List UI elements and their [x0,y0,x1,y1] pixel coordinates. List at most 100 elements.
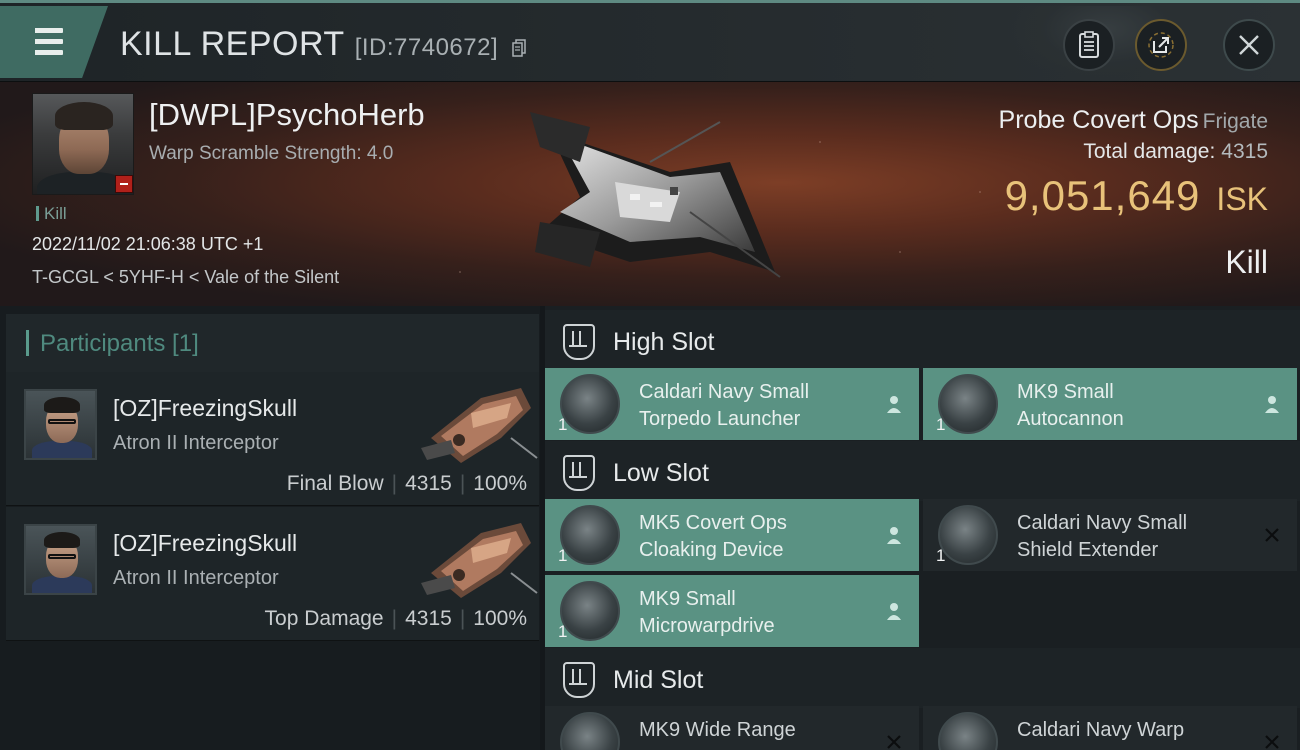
cloaking-device-icon [560,505,620,565]
avatar-hair [44,532,80,548]
victim-ship-image[interactable] [520,102,790,282]
copy-icon[interactable] [512,39,526,57]
total-damage-label: Total damage: [1083,140,1216,163]
person-icon [1265,396,1279,413]
participant-damage: 4315 [405,472,452,495]
module-label: Caldari Navy Small Shield Extender [1017,510,1187,564]
page-title-text: KILL REPORT [120,25,345,63]
result-label: Kill [1225,244,1268,280]
module-name-line1: Caldari Navy Small [1017,512,1188,534]
participants-title: Participants [1] [40,330,199,357]
participant-stats: Top Damage | 4315 | 100% [265,607,527,631]
module-item[interactable]: 1 Caldari Navy Small Torpedo Launcher [545,368,919,440]
clipboard-icon [1079,31,1099,58]
participant-stats: Final Blow | 4315 | 100% [287,472,527,496]
module-item[interactable]: 1 MK9 Small Microwarpdrive [545,575,919,647]
stat-separator: | [391,472,398,495]
participant-role: Top Damage [264,607,384,630]
module-name-line1: MK5 Covert Ops [639,512,787,534]
participants-panel: Participants [1] [OZ]FreezingSkull Atron… [0,306,540,750]
kill-tag-label: Kill [44,204,67,223]
slot-title: High Slot [613,328,715,356]
participants-header[interactable]: Participants [1] [6,314,539,372]
module-item[interactable]: 1 MK9 Small Autocannon [923,368,1297,440]
participant-ship-image [421,523,538,598]
slot-title: Low Slot [613,459,709,487]
stat-separator: | [459,472,466,495]
module-label: MK5 Covert Ops Cloaking Device [639,510,787,564]
x-icon [1265,528,1279,542]
section-marker [26,330,29,356]
stat-separator: | [391,607,398,630]
autocannon-icon [938,374,998,434]
avatar-hair [55,102,113,130]
mid-slot-icon [563,662,595,698]
kill-banner: [DWPL]PsychoHerb Warp Scramble Strength:… [0,82,1300,306]
slot-title: Mid Slot [613,666,704,694]
microwarpdrive-icon [560,581,620,641]
participant-percent: 100% [473,607,527,630]
participant-row[interactable]: [OZ]FreezingSkull Atron II Interceptor F… [6,372,539,506]
module-quantity: 1 [558,546,568,565]
report-button[interactable] [1063,19,1115,71]
module-label: MK9 Wide Range [639,717,796,744]
avatar-glasses [48,554,76,559]
torpedo-launcher-icon [560,374,620,434]
x-icon [887,735,901,749]
participant-role: Final Blow [286,472,384,495]
victim-ship-name[interactable]: Probe Covert Ops Frigate [999,106,1268,135]
warp-scramble-strength: Warp Scramble Strength: 4.0 [149,143,394,164]
participant-avatar[interactable] [24,524,97,595]
mid-slot-header: Mid Slot [545,648,1300,708]
avatar-hair [44,397,80,413]
report-id: [ID:7740672] [354,34,499,61]
high-slot-header: High Slot [545,310,1300,370]
x-icon [1265,735,1279,749]
module-label: MK9 Small Microwarpdrive [639,586,775,640]
participant-row[interactable]: [OZ]FreezingSkull Atron II Interceptor T… [6,507,539,641]
shield-extender-icon [938,505,998,565]
module-name-line2: Microwarpdrive [639,615,775,637]
kill-tag: Kill [36,204,67,224]
module-name-line1: Caldari Navy Warp [1017,719,1185,741]
module-name-line2: Torpedo Launcher [639,408,801,430]
module-quantity: 1 [936,415,946,434]
hamburger-icon-notch [27,50,35,55]
module-name-line1: MK9 Small [639,588,736,610]
module-name-line1: MK9 Wide Range [639,719,796,741]
person-icon [887,396,901,413]
avatar-glasses [48,419,76,424]
participant-name: [OZ]FreezingSkull [113,530,298,556]
participant-avatar[interactable] [24,389,97,460]
person-icon [887,527,901,544]
hamburger-icon-notch [27,28,35,33]
kill-location[interactable]: T-GCGL < 5YHF-H < Vale of the Silent [32,267,339,288]
module-item[interactable]: 1 MK5 Covert Ops Cloaking Device [545,499,919,571]
module-name-line2: Cloaking Device [639,539,784,561]
module-label: MK9 Small Autocannon [1017,379,1124,433]
participant-ship-image [421,388,538,463]
close-button[interactable] [1223,19,1275,71]
wide-range-icon [560,712,620,750]
high-slot-icon [563,324,595,360]
module-name-line2: Autocannon [1017,408,1124,430]
menu-button[interactable] [0,6,108,78]
participant-damage: 4315 [405,607,452,630]
module-item[interactable]: 1 Caldari Navy Small Shield Extender [923,499,1297,571]
module-item[interactable]: Caldari Navy Warp [923,706,1297,750]
warp-module-icon [938,712,998,750]
page-title: KILL REPORT [ID:7740672] [120,25,526,64]
participant-ship: Atron II Interceptor [113,567,279,589]
share-button[interactable] [1135,19,1187,71]
participant-percent: 100% [473,472,527,495]
ship-class: Frigate [1202,110,1268,133]
module-quantity: 1 [936,546,946,565]
module-item[interactable]: MK9 Wide Range [545,706,919,750]
victim-name[interactable]: [DWPL]PsychoHerb [149,97,425,133]
hamburger-icon-notch [27,39,35,44]
module-label: Caldari Navy Small Torpedo Launcher [639,379,809,433]
close-icon [1239,35,1259,55]
module-name-line2: Shield Extender [1017,539,1159,561]
participant-ship: Atron II Interceptor [113,432,279,454]
module-name-line1: MK9 Small [1017,381,1114,403]
